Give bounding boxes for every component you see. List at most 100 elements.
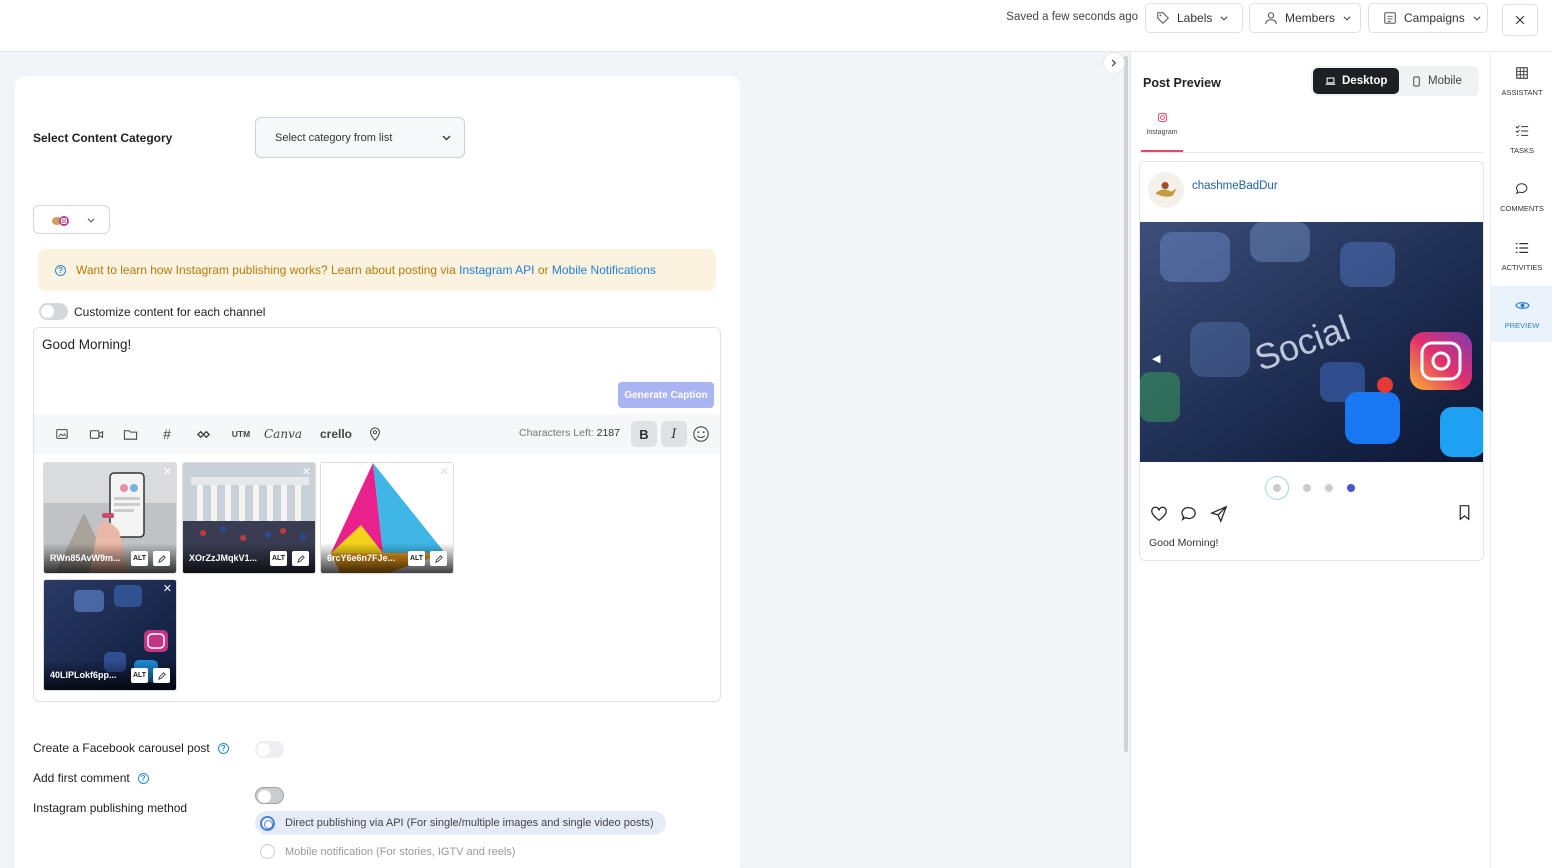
media-thumbnail[interactable]: RWn85AvW9m... ALT ✕ (43, 462, 177, 574)
radio-unselected[interactable] (260, 844, 275, 859)
generate-caption-button[interactable]: Generate Caption (618, 382, 714, 408)
remove-media-icon[interactable]: ✕ (163, 465, 172, 478)
close-icon (1514, 14, 1526, 26)
chars-label: Characters Left: (519, 427, 594, 439)
help-icon[interactable]: ? (217, 742, 229, 754)
method-mobile-option[interactable]: Mobile notification (For stories, IGTV a… (260, 844, 515, 859)
method-direct-label: Direct publishing via API (For single/mu… (285, 817, 654, 829)
heart-icon[interactable] (1150, 505, 1168, 523)
edit-pencil-icon[interactable] (292, 551, 309, 566)
location-pin-icon[interactable] (367, 426, 383, 442)
campaigns-label: Campaigns (1404, 11, 1465, 25)
sidebar-item-activities[interactable]: ACTIVITIES (1491, 228, 1552, 284)
carousel-dot[interactable] (1325, 484, 1333, 492)
editor-toolbar: # UTM Canva crello Characters Left: 2187… (34, 414, 720, 454)
edit-pencil-icon[interactable] (430, 551, 447, 566)
help-icon: ? (55, 264, 66, 276)
media-filename: 6rcY6e6n7FJe... (327, 553, 396, 563)
remove-media-icon[interactable]: ✕ (440, 465, 449, 478)
alt-button[interactable]: ALT (408, 551, 425, 566)
info-prefix: Want to learn how Instagram publishing w… (76, 263, 456, 277)
utm-icon[interactable]: UTM (230, 426, 252, 442)
fb-carousel-toggle[interactable] (255, 741, 284, 758)
method-direct-option[interactable]: Direct publishing via API (For single/mu… (255, 811, 666, 835)
sidebar-item-label: ACTIVITIES (1501, 262, 1543, 272)
carousel-dot[interactable] (1265, 476, 1289, 500)
mobile-notifications-link[interactable]: Mobile Notifications (552, 263, 656, 277)
members-button[interactable]: Members (1249, 3, 1361, 33)
alt-button[interactable]: ALT (270, 551, 287, 566)
italic-button[interactable]: I (661, 421, 687, 447)
chevron-down-icon (1472, 13, 1482, 23)
post-image: Social ◀ (1140, 222, 1483, 462)
account-selector[interactable] (33, 205, 110, 234)
top-bar: Saved a few seconds ago Labels Members C… (0, 0, 1552, 52)
sidebar-item-preview[interactable]: PREVIEW (1491, 286, 1552, 342)
bold-button[interactable]: B (631, 421, 657, 447)
remove-media-icon[interactable]: ✕ (163, 582, 172, 595)
campaigns-button[interactable]: Campaigns (1368, 3, 1488, 33)
category-select[interactable]: Select category from list (255, 117, 465, 158)
customize-row: Customize content for each channel (39, 303, 265, 320)
publishing-method-label: Instagram publishing method (33, 801, 188, 815)
bookmark-icon[interactable] (1456, 504, 1473, 521)
chevron-down-icon (1342, 13, 1352, 23)
comment-icon[interactable] (1180, 505, 1198, 523)
members-label: Members (1285, 11, 1336, 25)
help-icon[interactable]: ? (137, 772, 149, 784)
link-shortener-icon[interactable] (195, 426, 211, 442)
phone-icon (1411, 76, 1422, 87)
radio-selected[interactable] (260, 815, 275, 831)
scrollbar[interactable] (1124, 56, 1128, 752)
close-button[interactable] (1502, 4, 1538, 36)
share-icon[interactable] (1210, 505, 1228, 523)
composer-card: Select Content Category Select category … (15, 76, 740, 868)
media-filename: RWn85AvW9m... (50, 553, 121, 563)
sidebar-item-tasks[interactable]: TASKS (1491, 111, 1552, 167)
chevron-down-icon (441, 132, 452, 143)
collapse-preview-button[interactable] (1103, 52, 1125, 74)
carousel-dot[interactable] (1303, 484, 1311, 492)
post-preview-card: chashmeBadDur Social ◀ Good Morning! (1139, 161, 1484, 561)
crello-icon[interactable]: crello (319, 426, 353, 442)
alt-button[interactable]: ALT (131, 551, 148, 566)
desktop-button[interactable]: Desktop (1313, 68, 1400, 94)
right-sidebar: ASSISTANT TASKS COMMENTS ACTIVITIES PREV… (1490, 52, 1552, 868)
alt-button[interactable]: ALT (131, 668, 148, 683)
avatar (1148, 172, 1184, 208)
video-icon[interactable] (88, 426, 104, 442)
chevron-down-icon (1219, 13, 1229, 23)
media-thumbnail[interactable]: XOrZzJMqkV1... ALT ✕ (182, 462, 316, 574)
tab-instagram[interactable]: Instagram (1141, 112, 1183, 152)
customize-toggle[interactable] (39, 303, 68, 320)
tab-instagram-label: Instagram (1146, 129, 1178, 136)
sidebar-item-assistant[interactable]: ASSISTANT (1491, 53, 1552, 109)
edit-pencil-icon[interactable] (153, 668, 170, 683)
image-icon[interactable] (54, 426, 70, 442)
edit-pencil-icon[interactable] (153, 551, 170, 566)
customize-label: Customize content for each channel (74, 304, 266, 319)
desktop-label: Desktop (1342, 75, 1388, 87)
mobile-button[interactable]: Mobile (1399, 68, 1474, 94)
media-thumbnail[interactable]: 6rcY6e6n7FJe... ALT ✕ (320, 462, 454, 574)
remove-media-icon[interactable]: ✕ (302, 465, 311, 478)
folder-icon[interactable] (122, 426, 138, 442)
post-username[interactable]: chashmeBadDur (1192, 180, 1278, 192)
canva-icon[interactable]: Canva (264, 426, 302, 442)
media-filename: XOrZzJMqkV1... (189, 553, 258, 563)
carousel-prev-icon[interactable]: ◀ (1152, 352, 1160, 365)
sidebar-item-comments[interactable]: COMMENTS (1491, 169, 1552, 225)
emoji-icon[interactable] (691, 424, 711, 444)
labels-button[interactable]: Labels (1145, 3, 1243, 33)
hashtag-icon[interactable]: # (159, 426, 175, 442)
tasks-icon (1515, 124, 1529, 138)
mobile-label: Mobile (1428, 75, 1462, 87)
post-text-area[interactable]: Good Morning! (42, 337, 131, 352)
instagram-api-link[interactable]: Instagram API (459, 263, 534, 277)
sidebar-item-label: COMMENTS (1500, 203, 1544, 213)
first-comment-toggle[interactable] (255, 787, 284, 804)
info-banner: ? Want to learn how Instagram publishing… (38, 249, 716, 291)
media-thumbnail[interactable]: 40LlPLokf6pp... ALT ✕ (43, 579, 177, 691)
carousel-dot-active[interactable] (1347, 484, 1355, 492)
info-middle: or (537, 263, 549, 277)
